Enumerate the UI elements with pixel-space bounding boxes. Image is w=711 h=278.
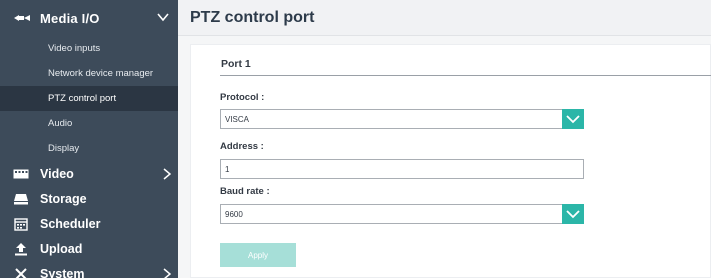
sidebar-item-display[interactable]: Display xyxy=(0,136,178,161)
upload-icon xyxy=(13,242,29,256)
sidebar-item-storage[interactable]: Storage xyxy=(0,186,178,211)
section-title: Port 1 xyxy=(221,58,251,70)
section-divider xyxy=(220,75,711,76)
sidebar-item-label: Audio xyxy=(48,118,73,129)
sidebar: Media I/O Video inputs Network device ma… xyxy=(0,0,178,278)
baud-rate-select[interactable]: 9600 xyxy=(220,204,584,224)
tools-icon xyxy=(13,267,29,278)
baud-rate-value: 9600 xyxy=(225,210,243,219)
sidebar-item-audio[interactable]: Audio xyxy=(0,111,178,136)
sidebar-item-label: Display xyxy=(48,143,80,154)
sidebar-item-ptz-control-port[interactable]: PTZ control port xyxy=(0,86,178,111)
protocol-label: Protocol : xyxy=(220,92,265,103)
sidebar-item-label: System xyxy=(40,266,85,278)
protocol-select[interactable]: VISCA xyxy=(220,109,584,129)
address-input[interactable]: 1 xyxy=(220,159,584,179)
address-label: Address : xyxy=(220,141,264,152)
content-area: Port 1 xyxy=(178,36,711,278)
page-header: PTZ control port xyxy=(178,0,711,36)
sidebar-item-video[interactable]: Video xyxy=(0,161,178,186)
sidebar-item-label: Upload xyxy=(40,241,83,256)
page-title: PTZ control port xyxy=(190,9,315,26)
sidebar-item-label: Network device manager xyxy=(48,68,154,79)
baud-rate-label: Baud rate : xyxy=(220,186,270,197)
chevron-down-icon[interactable] xyxy=(562,204,584,224)
calendar-icon xyxy=(13,217,29,231)
sidebar-item-label: Video inputs xyxy=(48,43,101,54)
sidebar-item-label: PTZ control port xyxy=(48,93,117,104)
address-value: 1 xyxy=(225,165,230,174)
chevron-down-icon xyxy=(157,13,169,22)
sidebar-item-label: Media I/O xyxy=(40,10,100,26)
sidebar-item-label: Video xyxy=(40,166,74,181)
sidebar-item-upload[interactable]: Upload xyxy=(0,236,178,261)
chevron-right-icon xyxy=(163,268,171,278)
apply-button[interactable]: Apply xyxy=(220,243,296,267)
chevron-right-icon xyxy=(163,168,171,180)
sidebar-item-scheduler[interactable]: Scheduler xyxy=(0,211,178,236)
sidebar-item-label: Storage xyxy=(40,191,87,206)
sidebar-item-network-device-manager[interactable]: Network device manager xyxy=(0,61,178,86)
media-io-icon xyxy=(13,12,31,24)
video-icon xyxy=(13,167,29,181)
sidebar-item-label: Scheduler xyxy=(40,216,101,231)
chevron-down-icon[interactable] xyxy=(562,109,584,129)
protocol-value: VISCA xyxy=(225,115,250,124)
sidebar-item-system[interactable]: System xyxy=(0,261,178,278)
sidebar-item-media-io[interactable]: Media I/O xyxy=(0,0,178,36)
sidebar-item-video-inputs[interactable]: Video inputs xyxy=(0,36,178,61)
storage-icon xyxy=(13,192,29,206)
